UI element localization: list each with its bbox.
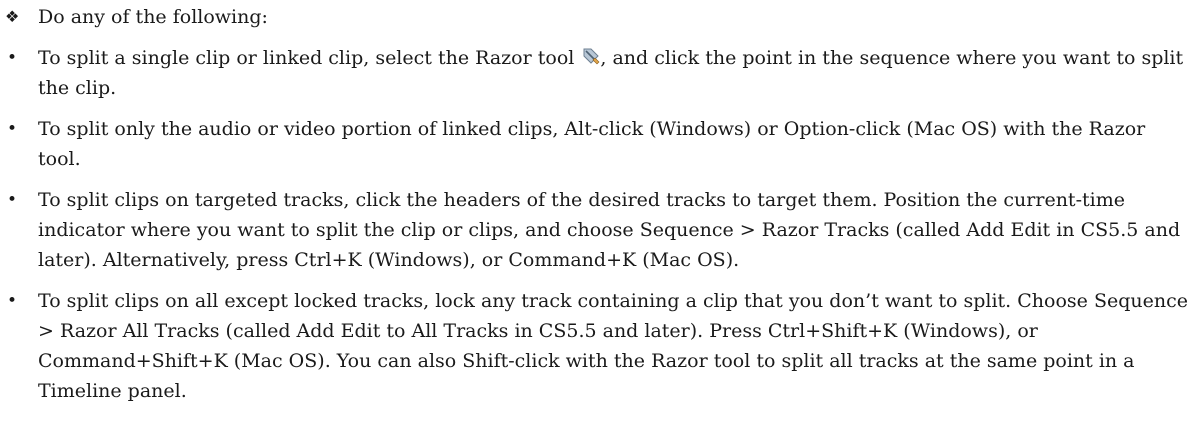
bullet-icon: • — [7, 119, 18, 139]
document-page: ❖ Do any of the following: • To split a … — [0, 0, 1195, 445]
intro-text: Do any of the following: — [38, 6, 268, 28]
list-item-text: To split a single clip or linked clip, s… — [38, 47, 581, 69]
razor-tool-icon — [583, 48, 600, 65]
list-item: • To split a single clip or linked clip,… — [0, 43, 1195, 103]
bullet-icon: • — [7, 190, 18, 210]
bullet-icon: • — [7, 48, 18, 68]
intro-paragraph: ❖ Do any of the following: — [0, 2, 1195, 32]
diamond-bullet-icon: ❖ — [5, 7, 20, 26]
list-item: • To split only the audio or video porti… — [0, 114, 1195, 174]
list-item: • To split clips on targeted tracks, cli… — [0, 185, 1195, 275]
bullet-icon: • — [7, 291, 18, 311]
instruction-list: • To split a single clip or linked clip,… — [0, 43, 1195, 406]
list-item: • To split clips on all except locked tr… — [0, 286, 1195, 406]
list-item-text: To split clips on all except locked trac… — [38, 290, 1188, 402]
list-item-text: To split clips on targeted tracks, click… — [38, 189, 1181, 271]
list-item-text: To split only the audio or video portion… — [38, 118, 1146, 170]
